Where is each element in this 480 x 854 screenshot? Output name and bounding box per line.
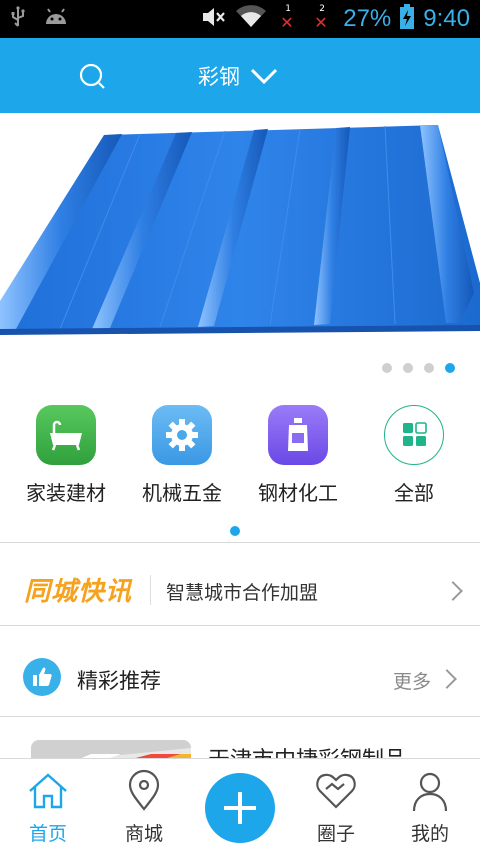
- divider: [0, 625, 480, 626]
- usb-icon: [10, 6, 26, 32]
- category-steel-chemical[interactable]: 钢材化工: [239, 405, 357, 506]
- chevron-down-icon: [250, 68, 278, 85]
- carousel-dot-active[interactable]: [445, 363, 455, 373]
- category-grid: 家装建材 机械五金 钢材化工 全部: [0, 405, 480, 515]
- category-selector[interactable]: 彩钢: [198, 56, 278, 96]
- category-label: 机械五金: [142, 481, 222, 505]
- chemical-bottle-icon: [268, 405, 328, 465]
- city-news-headline: 智慧城市合作加盟: [166, 582, 319, 604]
- steel-roof-banner-image: [0, 125, 480, 335]
- category-home-building[interactable]: 家装建材: [7, 405, 125, 506]
- battery-charging-icon: [399, 4, 415, 34]
- status-bar: 1 ✕ 2 ✕ 27% 9:40: [0, 0, 480, 38]
- category-page-indicator: [230, 526, 240, 536]
- more-link[interactable]: 更多: [393, 667, 431, 694]
- carousel-dot[interactable]: [424, 363, 434, 373]
- carousel-indicator: [382, 363, 455, 373]
- heart-handshake-icon: [316, 773, 356, 809]
- recommend-section-header: 精彩推荐 更多: [0, 630, 480, 716]
- android-icon: [44, 8, 68, 30]
- nav-circle-label: 圈子: [316, 823, 355, 845]
- plus-icon: [224, 792, 256, 824]
- bottom-navigation: 首页 商城 圈子 我的: [0, 758, 480, 854]
- chevron-right-icon: [437, 669, 457, 689]
- divider: [150, 575, 151, 605]
- banner-carousel[interactable]: [0, 113, 480, 383]
- location-pin-icon: [128, 769, 160, 811]
- sim1-no-signal-icon: 1 ✕: [280, 4, 294, 32]
- add-post-button[interactable]: [205, 773, 275, 843]
- nav-circle[interactable]: 圈子: [296, 769, 376, 846]
- category-label: 全部: [394, 481, 434, 505]
- category-label: 钢材化工: [258, 481, 338, 505]
- category-label: 家装建材: [26, 481, 106, 505]
- top-app-bar: 彩钢: [0, 38, 480, 113]
- sim2-no-signal-icon: 2 ✕: [314, 4, 328, 32]
- nav-me[interactable]: 我的: [390, 769, 470, 846]
- grid-all-icon: [384, 405, 444, 465]
- divider: [0, 716, 480, 717]
- bathtub-icon: [36, 405, 96, 465]
- mute-icon: [201, 5, 227, 33]
- wifi-icon: [235, 5, 267, 33]
- battery-percent: 27%: [343, 5, 392, 32]
- nav-me-label: 我的: [410, 823, 449, 845]
- chevron-right-icon: [443, 581, 463, 601]
- recommend-title: 精彩推荐: [77, 669, 161, 693]
- city-news-logo: 同城快讯: [24, 577, 133, 607]
- nav-home-label: 首页: [28, 823, 67, 845]
- category-selector-label: 彩钢: [198, 65, 240, 89]
- city-news-bar[interactable]: 同城快讯 智慧城市合作加盟: [0, 560, 480, 622]
- search-icon: [79, 63, 105, 89]
- nav-mall-label: 商城: [124, 823, 163, 845]
- nav-mall[interactable]: 商城: [104, 769, 184, 846]
- category-all[interactable]: 全部: [355, 405, 473, 506]
- search-button[interactable]: [76, 60, 110, 94]
- carousel-dot[interactable]: [382, 363, 392, 373]
- clock: 9:40: [423, 5, 470, 32]
- user-icon: [412, 772, 448, 812]
- thumbs-up-icon: [23, 658, 61, 696]
- divider: [0, 542, 480, 543]
- app-screen: 1 ✕ 2 ✕ 27% 9:40 彩钢 家装建材 机械五金 钢材化工 全部 同城…: [0, 0, 480, 854]
- category-machinery-hardware[interactable]: 机械五金: [123, 405, 241, 506]
- home-icon: [29, 773, 67, 809]
- gear-icon: [152, 405, 212, 465]
- carousel-dot[interactable]: [403, 363, 413, 373]
- nav-home[interactable]: 首页: [8, 769, 88, 846]
